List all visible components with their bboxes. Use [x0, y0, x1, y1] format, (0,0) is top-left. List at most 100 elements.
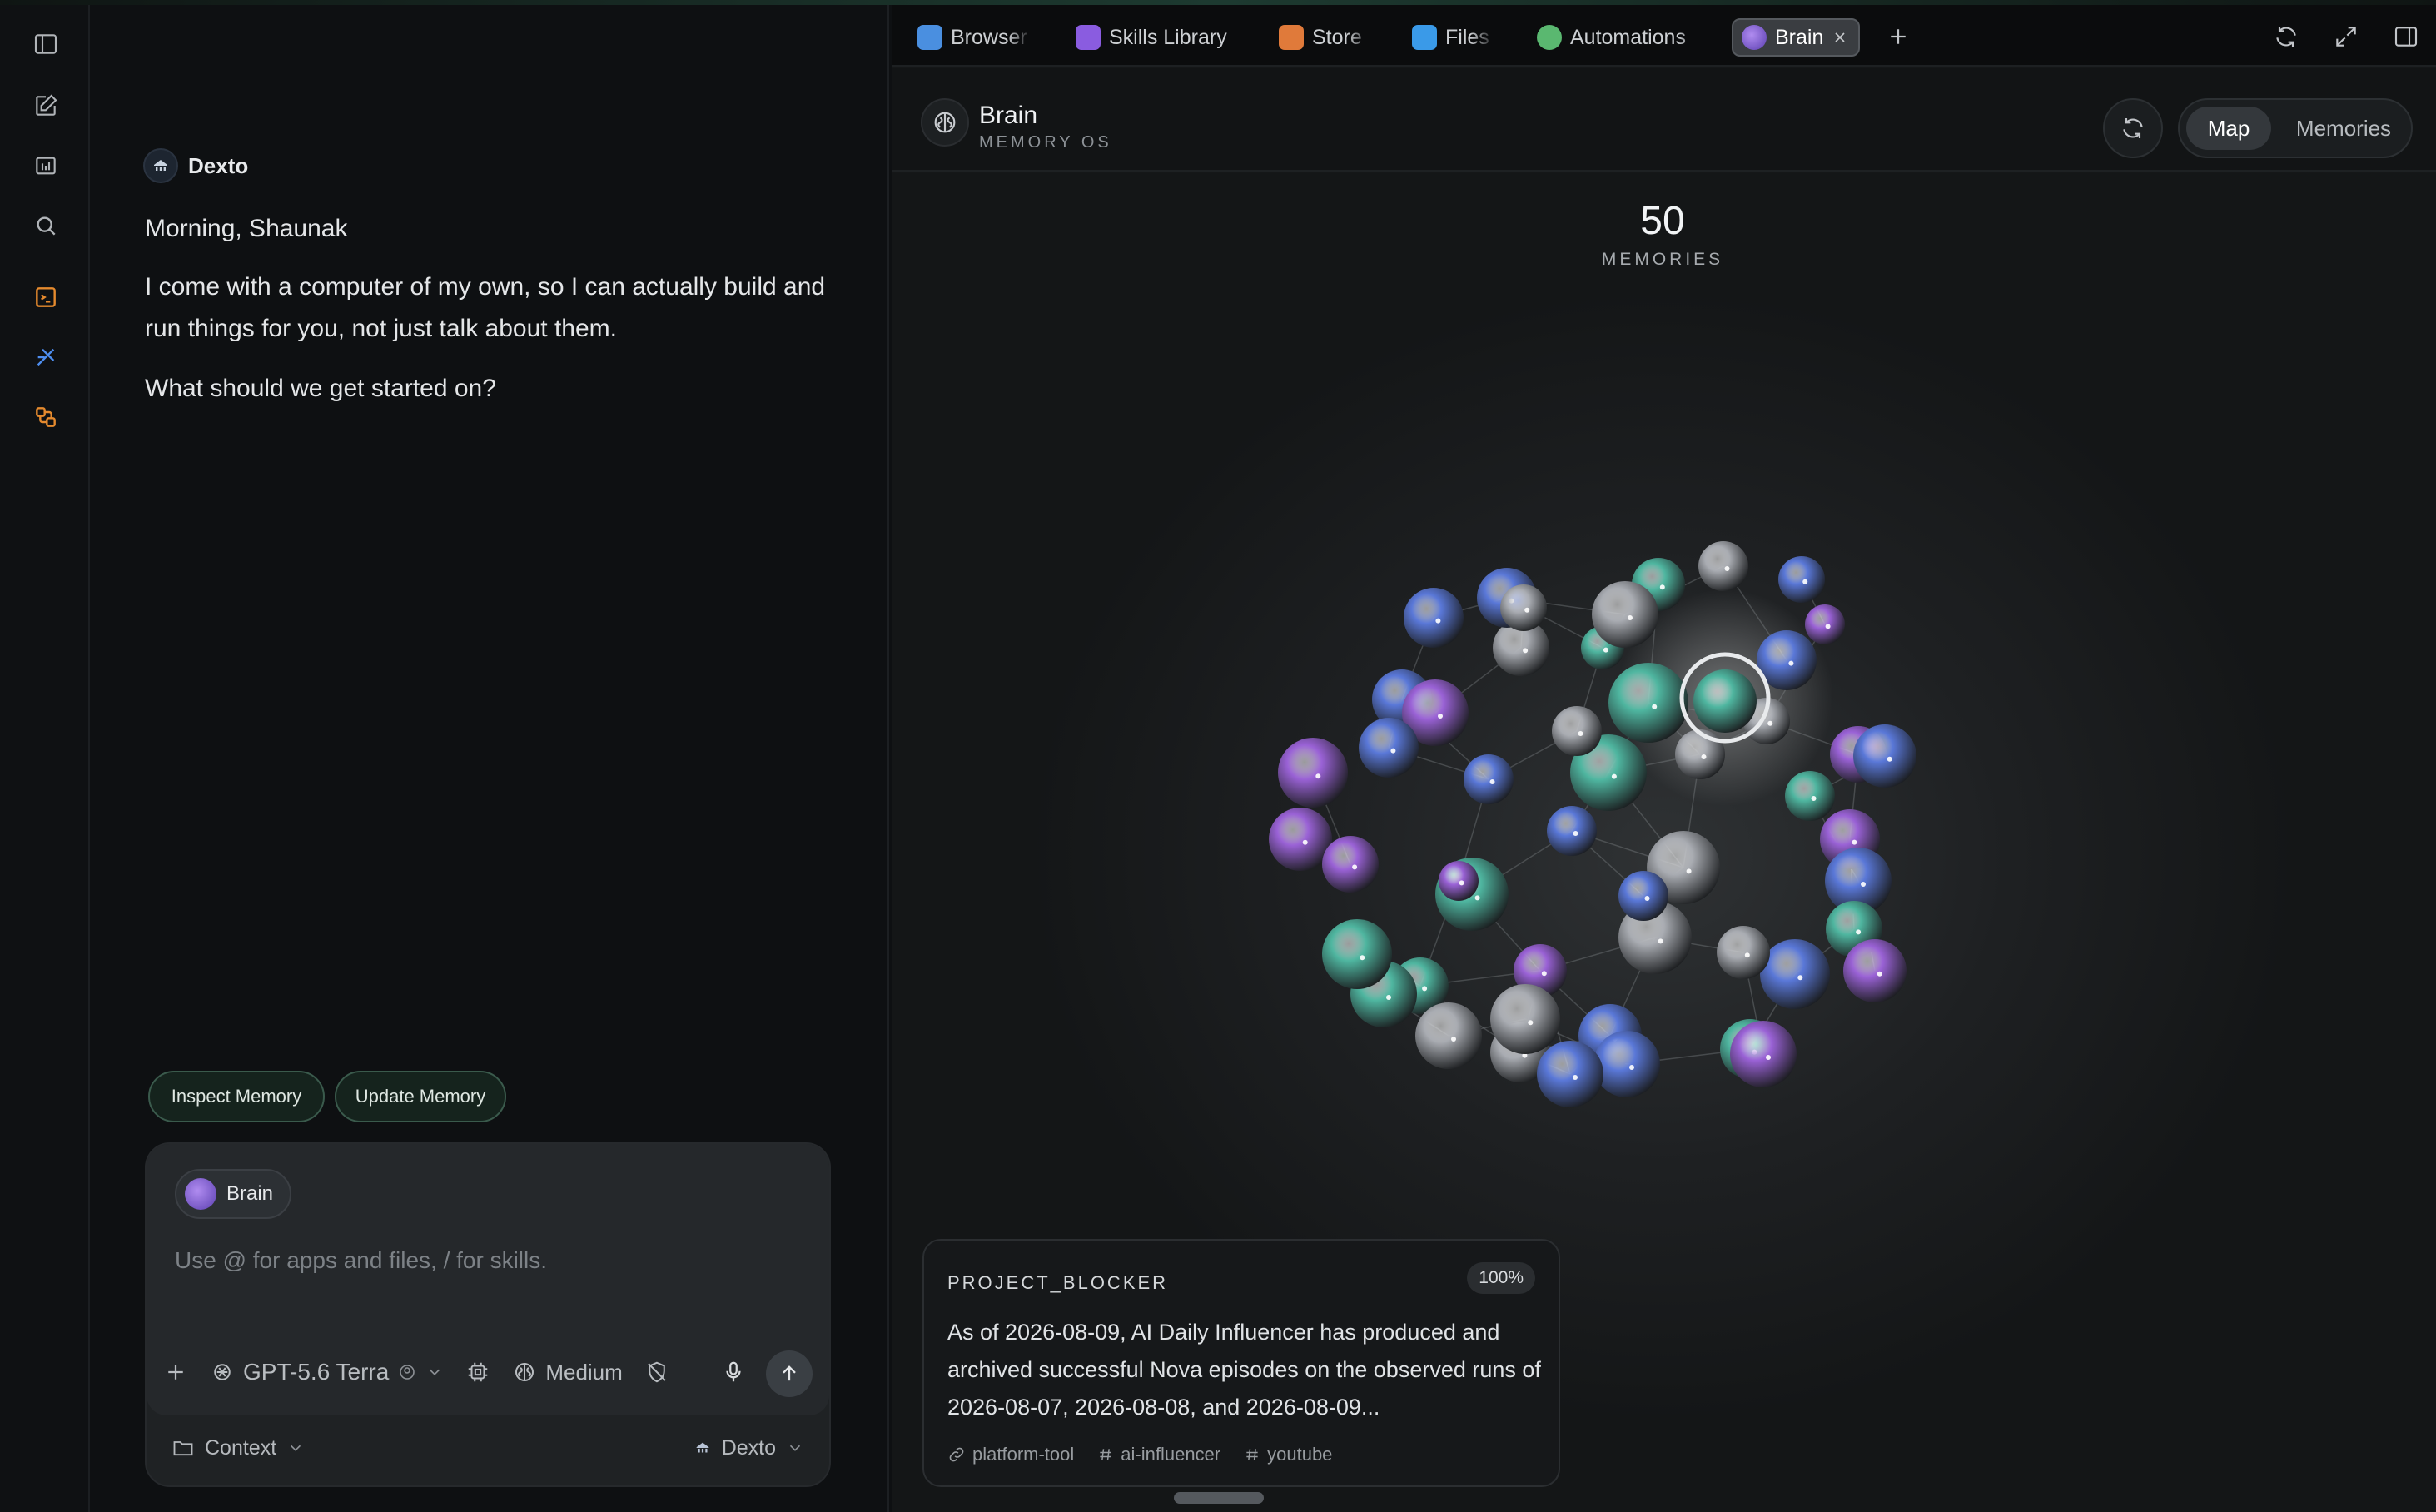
composer: Brain Use @ for apps and files, / for sk…: [145, 1142, 831, 1487]
library-icon[interactable]: [25, 145, 67, 187]
memory-node-highlight: [1861, 882, 1866, 887]
memory-node-highlight: [1877, 971, 1882, 977]
browser-icon: [917, 25, 942, 50]
memory-node[interactable]: [1464, 754, 1514, 804]
memory-tag[interactable]: platform-tool: [947, 1444, 1074, 1465]
view-map-button[interactable]: Map: [2186, 107, 2271, 150]
memory-node-highlight: [1435, 618, 1441, 624]
new-tab-button[interactable]: [1882, 20, 1915, 53]
memory-node-highlight: [1603, 647, 1608, 653]
memory-node[interactable]: [1805, 604, 1845, 644]
memory-node[interactable]: [1359, 718, 1419, 778]
skills-library-icon: [1076, 25, 1101, 50]
message-input[interactable]: Use @ for apps and files, / for skills.: [175, 1247, 547, 1274]
add-attachment-button[interactable]: [163, 1360, 188, 1385]
memory-node[interactable]: [1490, 984, 1560, 1054]
memory-tag[interactable]: ai-influencer: [1097, 1444, 1220, 1465]
memory-node[interactable]: [1322, 919, 1392, 989]
selected-memory-node[interactable]: [1693, 669, 1757, 733]
memory-node-highlight: [1315, 773, 1321, 779]
tab-store[interactable]: Store: [1279, 18, 1372, 57]
suggestion-inspect-memory[interactable]: Inspect Memory: [148, 1071, 325, 1122]
memory-node[interactable]: [1698, 541, 1748, 591]
refresh-memories-button[interactable]: [2103, 98, 2163, 158]
left-rail: [0, 5, 90, 1512]
memory-node[interactable]: [1717, 926, 1770, 979]
memory-node[interactable]: [1415, 1002, 1482, 1069]
memory-node-highlight: [1541, 971, 1547, 977]
memory-node[interactable]: [1404, 588, 1464, 648]
memory-node-highlight: [1474, 895, 1480, 901]
memory-node[interactable]: [1547, 806, 1597, 856]
agent-bank-icon: [696, 1442, 709, 1453]
panel-toggle-button[interactable]: [2389, 20, 2423, 53]
automations-icon[interactable]: [25, 396, 67, 438]
suggestion-update-memory[interactable]: Update Memory: [335, 1071, 506, 1122]
memory-detail-card[interactable]: PROJECT_BLOCKER 100% As of 2026-08-09, A…: [922, 1239, 1560, 1487]
memory-node[interactable]: [1760, 939, 1830, 1009]
memory-node[interactable]: [1843, 939, 1907, 1002]
terminal-icon[interactable]: [25, 276, 67, 318]
close-tab-icon[interactable]: [1832, 29, 1848, 46]
agent-selector[interactable]: Dexto: [694, 1436, 804, 1460]
refresh-icon: [2276, 27, 2296, 47]
skills-icon[interactable]: [25, 336, 67, 378]
microphone-button[interactable]: [721, 1360, 746, 1385]
memory-node-highlight: [1629, 1065, 1634, 1070]
memory-node[interactable]: [1778, 556, 1825, 603]
brain-header: Brain MEMORY OS Map Memories: [892, 68, 2436, 172]
memory-node[interactable]: [1500, 584, 1547, 631]
memory-node-highlight: [1852, 839, 1857, 845]
memory-node[interactable]: [1730, 1021, 1797, 1087]
memory-node[interactable]: [1618, 871, 1668, 921]
memory-node-highlight: [1459, 880, 1464, 886]
tab-brain[interactable]: Brain: [1732, 18, 1860, 57]
memory-node-highlight: [1360, 955, 1365, 961]
memory-node[interactable]: [1785, 771, 1835, 821]
memory-node[interactable]: [1853, 724, 1916, 788]
search-icon[interactable]: [25, 205, 67, 246]
expand-button[interactable]: [2329, 20, 2363, 53]
memory-map-canvas[interactable]: 50 MEMORIES PROJECT_BLOCKER 100% As of 2…: [892, 173, 2436, 1512]
chip-icon: [469, 1362, 488, 1382]
memory-node-highlight: [1302, 839, 1308, 845]
reasoning-effort-selector[interactable]: Medium: [512, 1360, 623, 1385]
memory-node[interactable]: [1675, 729, 1725, 779]
memory-node[interactable]: [1552, 706, 1602, 756]
composer-input-area: Brain Use @ for apps and files, / for sk…: [147, 1144, 829, 1415]
memory-node-highlight: [1489, 779, 1495, 784]
memory-node[interactable]: [1593, 1031, 1660, 1097]
new-chat-icon[interactable]: [25, 85, 67, 127]
memory-node-highlight: [1724, 566, 1730, 571]
sidebar-toggle-icon[interactable]: [25, 23, 67, 65]
message-intro: I come with a computer of my own, so I c…: [145, 273, 826, 342]
view-switcher: Map Memories: [2178, 98, 2413, 158]
model-selector[interactable]: GPT-5.6 Terra: [210, 1359, 444, 1385]
tab-browser[interactable]: Browser: [917, 18, 1032, 57]
tab-files[interactable]: Files: [1412, 18, 1495, 57]
view-memories-button[interactable]: Memories: [2283, 107, 2404, 150]
tools-button[interactable]: [465, 1360, 490, 1385]
context-selector[interactable]: Context: [172, 1436, 305, 1460]
brain-app-icon: [1742, 25, 1767, 50]
memory-node-highlight: [1802, 579, 1808, 584]
memory-node[interactable]: [1439, 861, 1479, 901]
memory-node[interactable]: [1322, 836, 1379, 893]
send-button[interactable]: [766, 1350, 813, 1397]
memory-node[interactable]: [1608, 663, 1688, 743]
memory-node-highlight: [1767, 720, 1773, 726]
memory-tag[interactable]: youtube: [1244, 1444, 1332, 1465]
tab-bar: Browser Skills Library Store Files Autom…: [892, 5, 2436, 67]
memory-node[interactable]: [1537, 1041, 1603, 1107]
memory-node[interactable]: [1592, 581, 1658, 648]
brain-subtitle: MEMORY OS: [979, 133, 1112, 152]
tab-skills-library[interactable]: Skills Library: [1076, 18, 1250, 57]
memory-node[interactable]: [1278, 738, 1348, 808]
expand-icon: [2336, 27, 2356, 47]
context-label: Context: [205, 1435, 277, 1460]
tab-automations[interactable]: Automations: [1537, 18, 1703, 57]
attached-app-chip[interactable]: Brain: [175, 1169, 292, 1219]
reload-button[interactable]: [2269, 20, 2303, 53]
privacy-toggle[interactable]: [644, 1360, 669, 1385]
horizontal-scrollbar[interactable]: [1174, 1492, 1264, 1504]
